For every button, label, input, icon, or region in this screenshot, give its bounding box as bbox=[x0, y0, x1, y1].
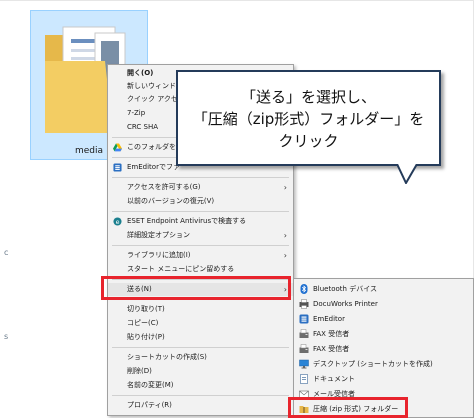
chevron-right-icon: › bbox=[283, 231, 287, 240]
submenu-item-label: FAX 受信者 bbox=[313, 345, 350, 353]
menu-separator bbox=[112, 347, 289, 348]
menu-item-properties[interactable]: プロパティ(R) bbox=[108, 399, 293, 412]
send-to-fax-recipient-2[interactable]: FAX 受信者 bbox=[294, 342, 473, 356]
menu-item-eset-scan[interactable]: e ESET Endpoint Antivirusで検査する bbox=[108, 215, 293, 228]
send-to-highlight bbox=[101, 276, 291, 300]
bluetooth-icon bbox=[300, 284, 308, 294]
background-text: s bbox=[4, 332, 9, 341]
menu-item-restore-previous[interactable]: 以前のバージョンの復元(V) bbox=[108, 195, 293, 208]
menu-item-label: 以前のバージョンの復元(V) bbox=[127, 197, 215, 205]
submenu-item-label: DocuWorks Printer bbox=[313, 300, 378, 308]
fax-icon bbox=[299, 329, 309, 338]
menu-separator bbox=[112, 245, 289, 246]
menu-item-add-to-library[interactable]: ライブラリに追加(I) › bbox=[108, 249, 293, 262]
documents-icon bbox=[300, 374, 308, 384]
background-text: c bbox=[4, 248, 9, 257]
svg-text:e: e bbox=[116, 219, 120, 226]
menu-item-label: 新しいウィンドウ bbox=[127, 82, 183, 90]
menu-item-paste[interactable]: 貼り付け(P) bbox=[108, 331, 293, 344]
menu-item-cut[interactable]: 切り取り(T) bbox=[108, 303, 293, 316]
menu-item-label: 切り取り(T) bbox=[127, 305, 165, 313]
menu-item-label: EmEditorでファ bbox=[127, 163, 180, 171]
send-to-docuworks-printer[interactable]: DocuWorks Printer bbox=[294, 297, 473, 311]
callout-text: 「送る」を選択し、 「圧縮（zip形式）フォルダー」を クリック bbox=[178, 86, 439, 152]
menu-item-label: ESET Endpoint Antivirusで検査する bbox=[127, 217, 247, 225]
chevron-right-icon: › bbox=[283, 251, 287, 260]
menu-item-create-shortcut[interactable]: ショートカットの作成(S) bbox=[108, 351, 293, 364]
menu-item-give-access[interactable]: アクセスを許可する(G) › bbox=[108, 181, 293, 194]
submenu-item-label: デスクトップ (ショートカットを作成) bbox=[313, 360, 433, 368]
menu-separator bbox=[112, 177, 289, 178]
menu-item-label: スタート メニューにピン留めする bbox=[127, 265, 235, 273]
callout-tail bbox=[396, 164, 418, 184]
zip-folder-highlight bbox=[288, 397, 408, 418]
menu-item-label: CRC SHA bbox=[127, 123, 159, 131]
explorer-top-border bbox=[0, 0, 474, 1]
eset-icon: e bbox=[113, 217, 122, 226]
emeditor-icon bbox=[113, 163, 122, 172]
menu-item-label: 名前の変更(M) bbox=[127, 381, 174, 389]
menu-item-advanced-options[interactable]: 詳細設定オプション › bbox=[108, 229, 293, 242]
send-to-fax-recipient[interactable]: FAX 受信者 bbox=[294, 327, 473, 341]
submenu-item-label: Bluetooth デバイス bbox=[313, 285, 377, 293]
menu-item-rename[interactable]: 名前の変更(M) bbox=[108, 379, 293, 392]
desktop-icon bbox=[299, 359, 309, 369]
send-to-bluetooth[interactable]: Bluetooth デバイス bbox=[294, 282, 473, 296]
menu-item-delete[interactable]: 削除(D) bbox=[108, 365, 293, 378]
submenu-item-label: ドキュメント bbox=[313, 375, 355, 383]
send-to-documents[interactable]: ドキュメント bbox=[294, 372, 473, 386]
callout-line: 「送る」を選択し、 bbox=[240, 88, 376, 106]
callout-line: 「圧縮（zip形式）フォルダー」を bbox=[192, 110, 425, 128]
menu-item-label: 削除(D) bbox=[127, 367, 152, 375]
menu-item-label: ショートカットの作成(S) bbox=[127, 353, 207, 361]
chevron-right-icon: › bbox=[283, 183, 287, 192]
send-to-desktop-shortcut[interactable]: デスクトップ (ショートカットを作成) bbox=[294, 357, 473, 371]
menu-separator bbox=[112, 211, 289, 212]
emeditor-icon bbox=[299, 314, 309, 324]
menu-item-pin-to-start[interactable]: スタート メニューにピン留めする bbox=[108, 263, 293, 276]
google-drive-icon bbox=[113, 143, 122, 152]
menu-item-label: 開く(O) bbox=[127, 69, 154, 77]
menu-item-label: 貼り付け(P) bbox=[127, 333, 165, 341]
submenu-item-label: EmEditor bbox=[313, 315, 345, 323]
fax-icon bbox=[299, 344, 309, 353]
menu-item-label: 詳細設定オプション bbox=[127, 231, 190, 239]
menu-item-label: このフォルダを同 bbox=[127, 143, 183, 151]
instruction-callout: 「送る」を選択し、 「圧縮（zip形式）フォルダー」を クリック bbox=[176, 70, 441, 166]
submenu-item-label: FAX 受信者 bbox=[313, 330, 350, 338]
menu-separator bbox=[112, 395, 289, 396]
menu-item-label: 7-Zip bbox=[127, 109, 146, 117]
menu-item-label: プロパティ(R) bbox=[127, 401, 172, 409]
printer-icon bbox=[299, 299, 309, 309]
menu-item-label: コピー(C) bbox=[127, 319, 159, 327]
menu-item-label: ライブラリに追加(I) bbox=[127, 251, 191, 259]
callout-line: クリック bbox=[278, 132, 339, 150]
menu-item-copy[interactable]: コピー(C) bbox=[108, 317, 293, 330]
menu-item-label: アクセスを許可する(G) bbox=[127, 183, 201, 191]
send-to-emeditor[interactable]: EmEditor bbox=[294, 312, 473, 326]
